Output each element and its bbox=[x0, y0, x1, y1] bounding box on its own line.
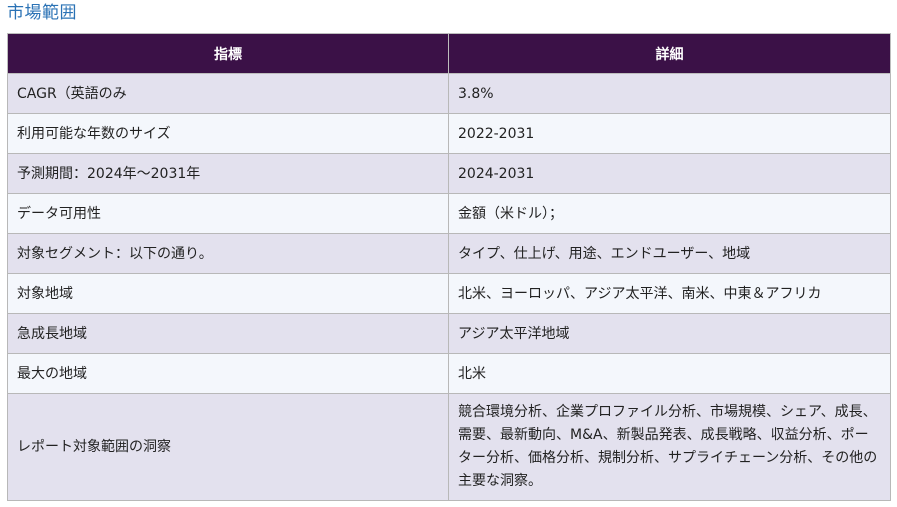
metric-cell: 対象セグメント：以下の通り。 bbox=[7, 233, 449, 274]
detail-cell: 北米、ヨーロッパ、アジア太平洋、南米、中東＆アフリカ bbox=[448, 273, 891, 314]
table-row: 最大の地域 北米 bbox=[7, 353, 891, 394]
table-header-row: 指標 詳細 bbox=[7, 33, 891, 74]
metric-cell: 最大の地域 bbox=[7, 353, 449, 394]
table-row: 利用可能な年数のサイズ 2022-2031 bbox=[7, 113, 891, 154]
table-row: 対象地域 北米、ヨーロッパ、アジア太平洋、南米、中東＆アフリカ bbox=[7, 273, 891, 314]
table-row: 急成長地域 アジア太平洋地域 bbox=[7, 313, 891, 354]
detail-cell: 2024-2031 bbox=[448, 153, 891, 194]
metric-cell: 急成長地域 bbox=[7, 313, 449, 354]
detail-cell: アジア太平洋地域 bbox=[448, 313, 891, 354]
detail-cell: 2022-2031 bbox=[448, 113, 891, 154]
detail-cell: 北米 bbox=[448, 353, 891, 394]
metric-cell: 利用可能な年数のサイズ bbox=[7, 113, 449, 154]
detail-cell: 競合環境分析、企業プロファイル分析、市場規模、シェア、成長、需要、最新動向、M&… bbox=[448, 393, 891, 501]
detail-cell: タイプ、仕上げ、用途、エンドユーザー、地域 bbox=[448, 233, 891, 274]
header-detail: 詳細 bbox=[448, 33, 891, 74]
metric-cell: 対象地域 bbox=[7, 273, 449, 314]
metric-cell: CAGR（英語のみ bbox=[7, 73, 449, 114]
detail-cell: 金額（米ドル）； bbox=[448, 193, 891, 234]
table-row: 対象セグメント：以下の通り。 タイプ、仕上げ、用途、エンドユーザー、地域 bbox=[7, 233, 891, 274]
table-row: 予測期間：2024年～2031年 2024-2031 bbox=[7, 153, 891, 194]
detail-cell: 3.8% bbox=[448, 73, 891, 114]
table-row: データ可用性 金額（米ドル）； bbox=[7, 193, 891, 234]
metric-cell: データ可用性 bbox=[7, 193, 449, 234]
metric-cell: 予測期間：2024年～2031年 bbox=[7, 153, 449, 194]
table-row: CAGR（英語のみ 3.8% bbox=[7, 73, 891, 114]
metric-cell: レポート対象範囲の洞察 bbox=[7, 393, 449, 501]
section-title: 市場範囲 bbox=[7, 3, 77, 23]
market-scope-table: 指標 詳細 CAGR（英語のみ 3.8% 利用可能な年数のサイズ 2022-20… bbox=[7, 33, 891, 501]
header-metric: 指標 bbox=[7, 33, 449, 74]
table-row: レポート対象範囲の洞察 競合環境分析、企業プロファイル分析、市場規模、シェア、成… bbox=[7, 393, 891, 501]
